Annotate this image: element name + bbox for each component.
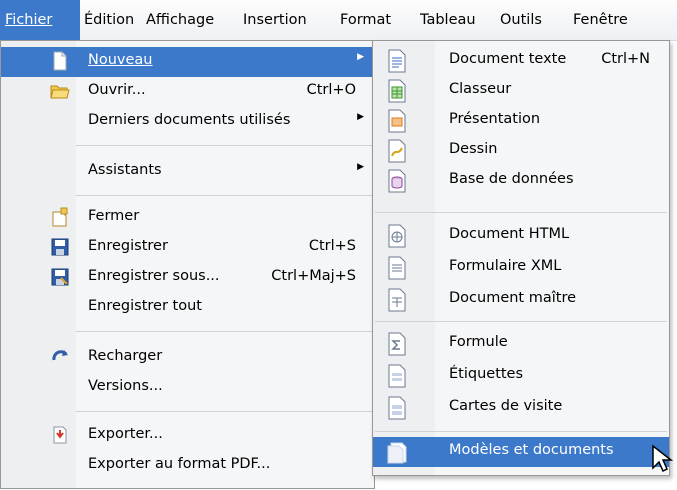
- html-document-icon: [388, 224, 406, 248]
- submenu-item-etiquettes[interactable]: Étiquettes: [373, 361, 669, 391]
- master-document-icon: [388, 288, 406, 312]
- menu-format[interactable]: Format: [340, 9, 391, 31]
- drawing-icon: [388, 139, 406, 163]
- submenu-item-presentation[interactable]: Présentation: [373, 106, 669, 136]
- templates-icon: [387, 442, 407, 464]
- save-as-icon: [51, 268, 69, 286]
- file-menu: Nouveau ▶ Ouvrir... Ctrl+O Derniers docu…: [0, 40, 375, 489]
- submenu-separator: [375, 431, 667, 432]
- menu-item-assistants[interactable]: Assistants ▶: [1, 157, 374, 187]
- menu-item-enregistrer-sous[interactable]: Enregistrer sous... Ctrl+Maj+S: [1, 263, 374, 293]
- submenu-separator: [375, 321, 667, 322]
- submenu-item-document-texte[interactable]: Document texte Ctrl+N: [373, 46, 669, 76]
- submenu-arrow-icon: ▶: [357, 112, 364, 122]
- submenu-item-document-html[interactable]: Document HTML: [373, 221, 669, 251]
- menu-outils[interactable]: Outils: [500, 9, 542, 31]
- business-cards-icon: [388, 396, 406, 420]
- menu-separator: [76, 145, 372, 146]
- new-submenu: Document texte Ctrl+N Classeur Présentat…: [372, 40, 670, 476]
- submenu-item-classeur[interactable]: Classeur: [373, 76, 669, 106]
- xml-form-icon: [388, 256, 406, 280]
- submenu-item-dessin[interactable]: Dessin: [373, 136, 669, 166]
- menu-fichier[interactable]: Fichier: [0, 0, 80, 40]
- submenu-item-formulaire-xml[interactable]: Formulaire XML: [373, 253, 669, 283]
- labels-icon: [388, 364, 406, 388]
- text-document-icon: [388, 49, 406, 73]
- menu-item-derniers-documents[interactable]: Derniers documents utilisés ▶: [1, 107, 374, 137]
- submenu-separator: [375, 212, 667, 213]
- submenu-arrow-icon: ▶: [357, 162, 364, 172]
- menu-item-enregistrer-tout[interactable]: Enregistrer tout: [1, 293, 374, 323]
- database-icon: [388, 169, 406, 193]
- save-icon: [51, 238, 69, 256]
- menu-item-enregistrer[interactable]: Enregistrer Ctrl+S: [1, 233, 374, 263]
- spreadsheet-icon: [388, 79, 406, 103]
- formula-icon: [388, 332, 406, 356]
- close-document-icon: [52, 207, 68, 227]
- menu-item-exporter-pdf[interactable]: Exporter au format PDF...: [1, 451, 374, 481]
- menu-separator: [76, 411, 372, 412]
- menu-item-ouvrir[interactable]: Ouvrir... Ctrl+O: [1, 77, 374, 107]
- menu-insertion[interactable]: Insertion: [243, 9, 307, 31]
- menu-item-exporter[interactable]: Exporter...: [1, 421, 374, 451]
- open-folder-icon: [50, 85, 70, 99]
- submenu-item-base-de-donnees[interactable]: Base de données: [373, 166, 669, 196]
- menu-fenetre[interactable]: Fenêtre: [573, 9, 628, 31]
- menu-affichage[interactable]: Affichage: [146, 9, 214, 31]
- menu-item-fermer[interactable]: Fermer: [1, 203, 374, 233]
- menu-separator: [76, 195, 372, 196]
- mouse-cursor-icon: [652, 444, 674, 473]
- submenu-item-cartes-de-visite[interactable]: Cartes de visite: [373, 393, 669, 423]
- reload-icon: [52, 350, 68, 361]
- new-document-icon: [53, 51, 67, 71]
- export-icon: [53, 426, 67, 444]
- menu-item-nouveau[interactable]: Nouveau ▶: [1, 47, 374, 77]
- presentation-icon: [388, 109, 406, 133]
- submenu-item-formule[interactable]: Formule: [373, 329, 669, 359]
- menu-edition[interactable]: Édition: [84, 9, 134, 31]
- menu-item-versions[interactable]: Versions...: [1, 373, 374, 403]
- menu-item-recharger[interactable]: Recharger: [1, 343, 374, 373]
- menu-bar: Fichier Édition Affichage Insertion Form…: [0, 0, 677, 41]
- menu-tableau[interactable]: Tableau: [420, 9, 476, 31]
- menu-separator: [76, 331, 372, 332]
- submenu-arrow-icon: ▶: [357, 52, 364, 62]
- submenu-item-modeles-et-documents[interactable]: Modèles et documents: [373, 437, 669, 467]
- submenu-item-document-maitre[interactable]: Document maître: [373, 285, 669, 315]
